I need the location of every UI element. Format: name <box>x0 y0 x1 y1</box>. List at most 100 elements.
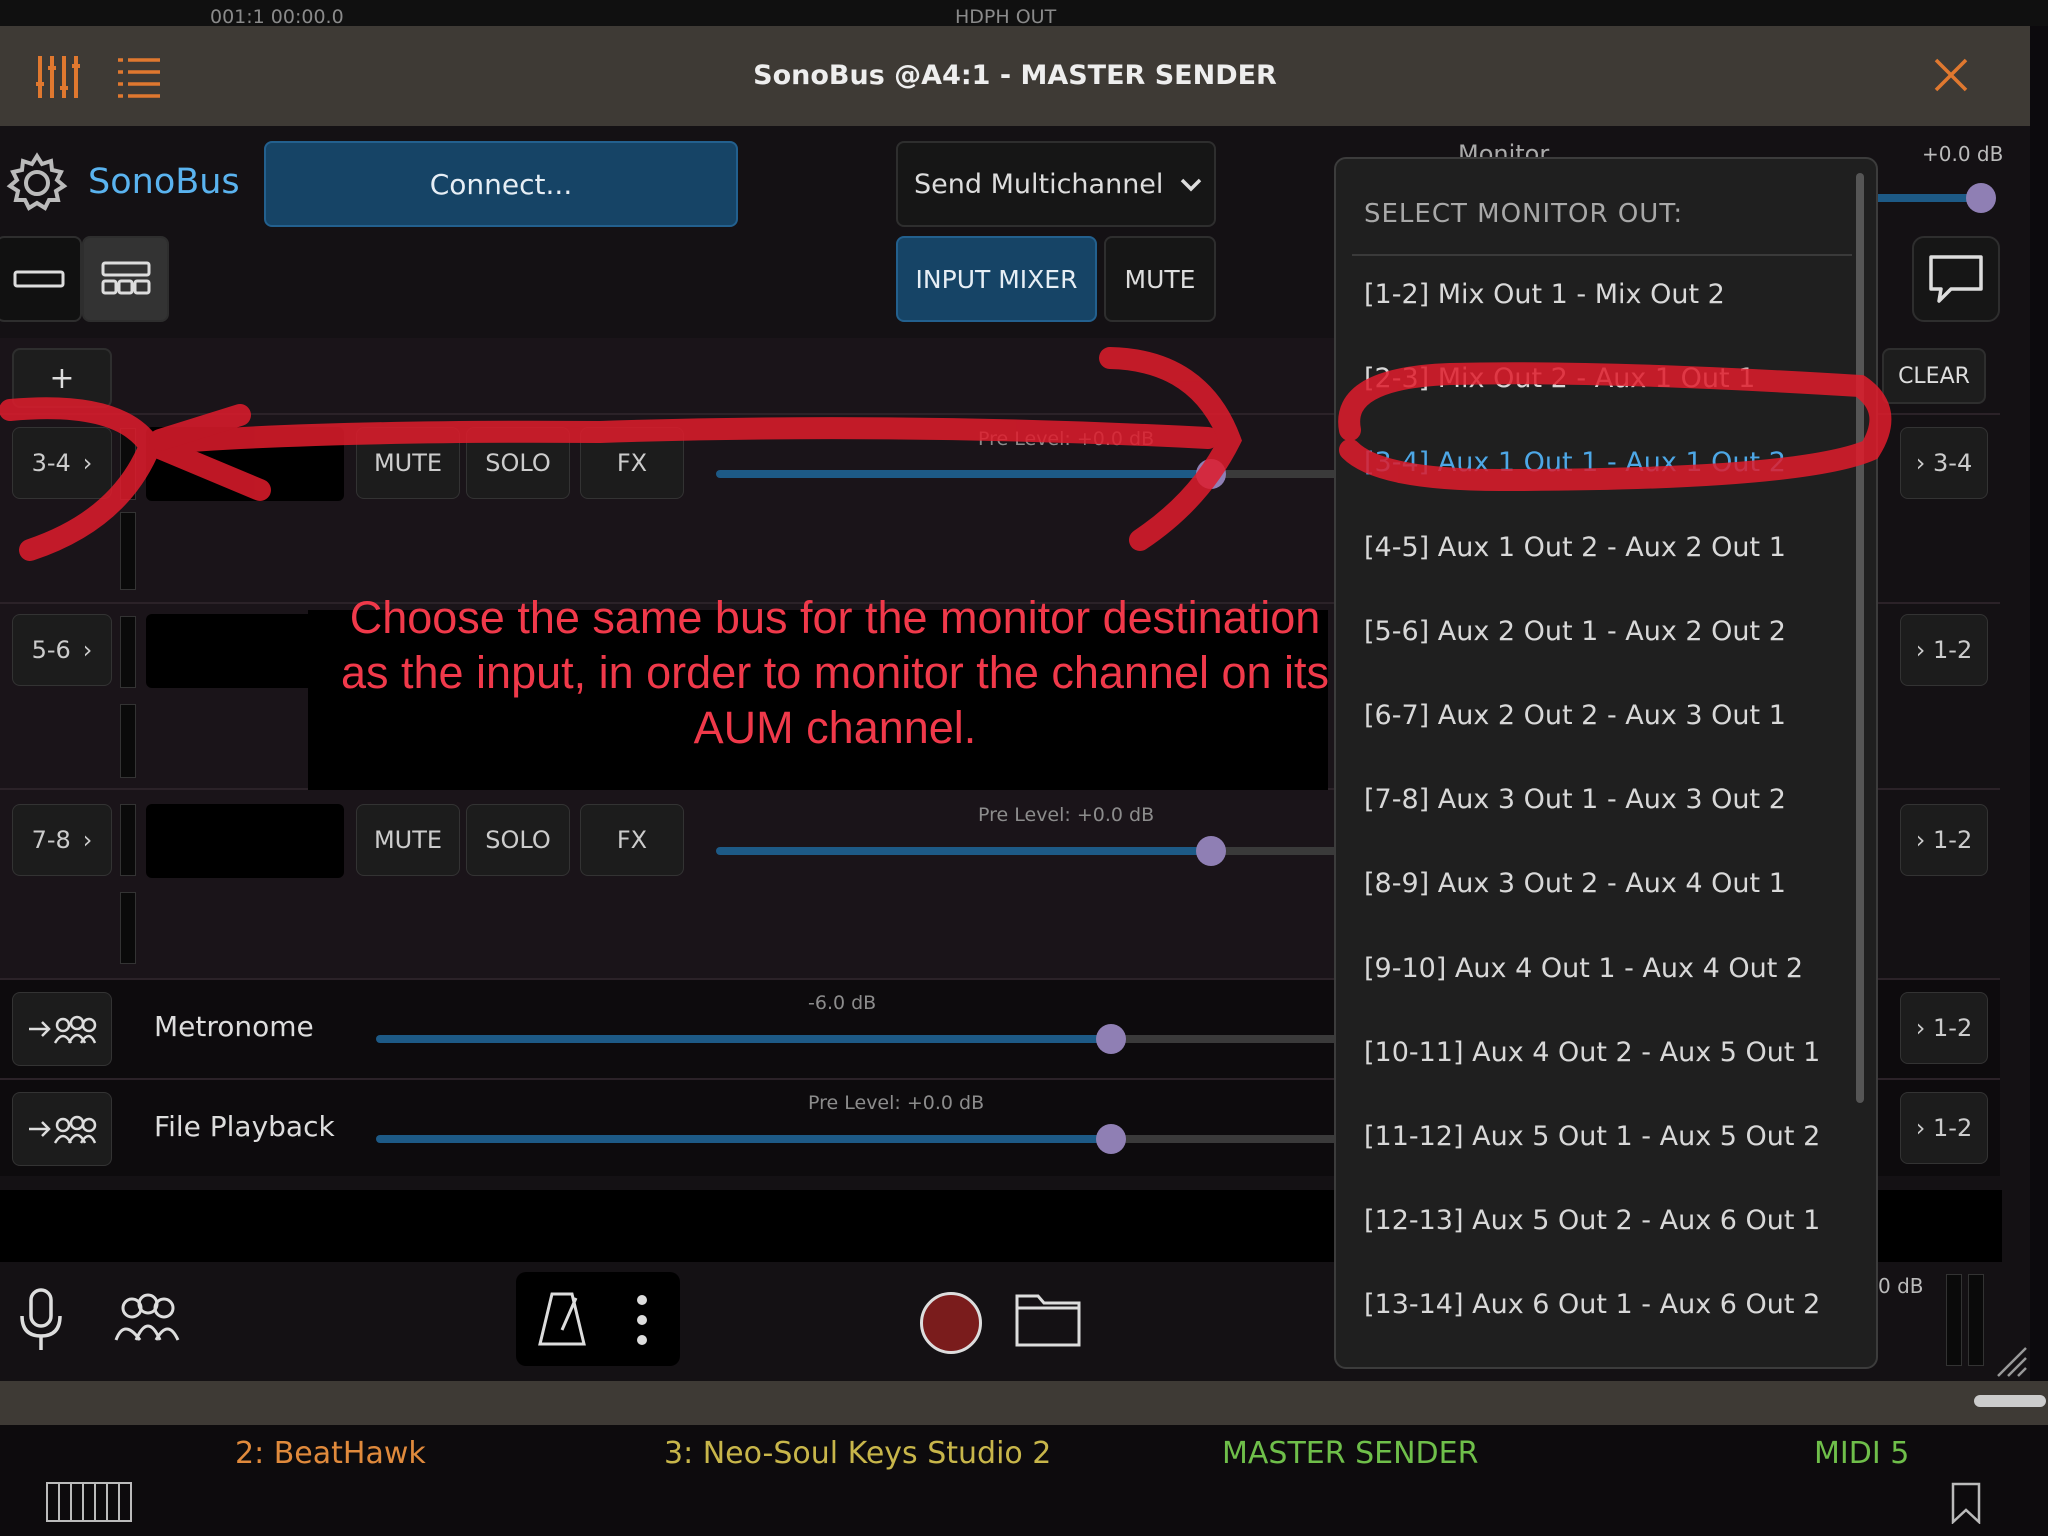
tab-neo-soul-keys[interactable]: 3: Neo-Soul Keys Studio 2 <box>664 1436 1051 1471</box>
chevron-right-icon: › <box>1915 1014 1934 1042</box>
monitor-level-knob[interactable] <box>1966 183 1996 213</box>
chevron-right-icon: › <box>1915 1114 1934 1142</box>
monitor-out-option[interactable]: [6-7] Aux 2 Out 2 - Aux 3 Out 1 <box>1364 700 1786 731</box>
output-label: HDPH OUT <box>955 6 1057 28</box>
keyboard-icon[interactable] <box>46 1482 132 1522</box>
close-icon[interactable] <box>1934 58 1968 92</box>
chevron-down-icon <box>1180 178 1202 192</box>
file-playback-slider-knob[interactable] <box>1096 1124 1126 1154</box>
level-slider-knob[interactable] <box>1196 836 1226 866</box>
level-slider-track[interactable] <box>716 847 1210 855</box>
mute-button[interactable]: MUTE <box>356 804 460 876</box>
title-bar: SonoBus @A4:1 - MASTER SENDER <box>0 26 2030 126</box>
app-name: SonoBus <box>88 162 240 202</box>
footer-level-label: 0 dB <box>1878 1274 1924 1298</box>
red-scribble-annotation <box>0 347 1892 561</box>
channel-meter <box>120 704 136 778</box>
host-bottom-bar <box>0 1381 2048 1425</box>
monitor-level: +0.0 dB <box>1922 142 2004 166</box>
annotation-text: Choose the same bus for the monitor dest… <box>340 592 1330 753</box>
metronome-slider-track[interactable] <box>376 1035 1114 1043</box>
popup-scrollbar[interactable] <box>1856 173 1864 1103</box>
dest-label: 1-2 <box>1933 826 1973 854</box>
channel-dest-7-8[interactable]: › 1-2 <box>1900 804 1988 876</box>
file-playback-slider-rest <box>1114 1135 1338 1143</box>
tab-master-sender[interactable]: MASTER SENDER <box>1222 1436 1478 1471</box>
channel-meter <box>120 804 136 876</box>
file-playback-send-button[interactable] <box>12 1092 112 1166</box>
channel-dest-5-6[interactable]: › 1-2 <box>1900 614 1988 686</box>
channel-id: 5-6 <box>31 636 71 664</box>
more-options-icon[interactable] <box>630 1294 654 1346</box>
mute-all-button[interactable]: MUTE <box>1104 236 1216 322</box>
dest-label: 1-2 <box>1933 1114 1973 1142</box>
channel-name-box[interactable] <box>146 804 344 878</box>
metronome-icon[interactable] <box>536 1290 588 1348</box>
settings-gear-icon[interactable] <box>6 152 68 214</box>
layout-multi-button[interactable] <box>82 236 169 322</box>
chevron-right-icon: › <box>1915 449 1934 477</box>
bookmark-icon[interactable] <box>1950 1482 1982 1524</box>
chat-bubble-icon <box>1929 255 1983 303</box>
transport-position: 001:1 00:00.0 <box>210 6 344 28</box>
monitor-out-option[interactable]: [10-11] Aux 4 Out 2 - Aux 5 Out 1 <box>1364 1037 1820 1068</box>
output-meter <box>1968 1274 1984 1366</box>
metronome-dest[interactable]: › 1-2 <box>1900 992 1988 1064</box>
tab-beathawk[interactable]: 2: BeatHawk <box>235 1436 426 1471</box>
channel-input-7-8[interactable]: 7-8 › <box>12 804 112 876</box>
window-title: SonoBus @A4:1 - MASTER SENDER <box>753 60 1277 91</box>
metronome-level-label: -6.0 dB <box>808 992 877 1014</box>
resize-handle-icon[interactable] <box>1994 1344 2028 1378</box>
folder-icon[interactable] <box>1014 1290 1082 1348</box>
channel-meter <box>120 892 136 964</box>
connect-button[interactable]: Connect... <box>264 141 738 227</box>
metronome-slider-knob[interactable] <box>1096 1024 1126 1054</box>
send-mode-select[interactable]: Send Multichannel <box>896 141 1216 227</box>
monitor-out-option[interactable]: [12-13] Aux 5 Out 2 - Aux 6 Out 1 <box>1364 1205 1820 1236</box>
monitor-out-option[interactable]: [8-9] Aux 3 Out 2 - Aux 4 Out 1 <box>1364 868 1786 899</box>
record-button[interactable] <box>920 1292 982 1354</box>
group-icon[interactable] <box>110 1292 182 1344</box>
chevron-right-icon: › <box>82 636 93 664</box>
level-slider-rest <box>1210 847 1338 855</box>
file-playback-label: File Playback <box>154 1110 335 1143</box>
channel-meter <box>120 616 136 688</box>
fx-button[interactable]: FX <box>580 804 684 876</box>
file-playback-dest[interactable]: › 1-2 <box>1900 1092 1988 1164</box>
send-to-group-icon <box>29 1015 97 1044</box>
single-row-icon <box>13 270 65 288</box>
monitor-out-option[interactable]: [11-12] Aux 5 Out 1 - Aux 5 Out 2 <box>1364 1121 1820 1152</box>
metronome-slider-rest <box>1114 1035 1338 1043</box>
channel-id: 7-8 <box>31 826 71 854</box>
send-to-group-icon <box>29 1115 97 1144</box>
metronome-label: Metronome <box>154 1010 314 1043</box>
solo-button[interactable]: SOLO <box>466 804 570 876</box>
input-mixer-button[interactable]: INPUT MIXER <box>896 236 1097 322</box>
monitor-level-track[interactable] <box>1870 194 1980 202</box>
monitor-out-option[interactable]: [9-10] Aux 4 Out 1 - Aux 4 Out 2 <box>1364 953 1803 984</box>
dest-label: 1-2 <box>1933 1014 1973 1042</box>
file-playback-slider-track[interactable] <box>376 1135 1114 1143</box>
metronome-send-button[interactable] <box>12 992 112 1066</box>
chevron-right-icon: › <box>82 826 93 854</box>
chat-button[interactable] <box>1912 236 2000 322</box>
send-mode-value: Send Multichannel <box>914 168 1164 200</box>
layout-single-button[interactable] <box>0 236 82 322</box>
monitor-out-option[interactable]: [1-2] Mix Out 1 - Mix Out 2 <box>1364 279 1725 310</box>
dest-label: 1-2 <box>1933 636 1973 664</box>
channel-dest-3-4[interactable]: › 3-4 <box>1900 427 1988 499</box>
popup-separator <box>1352 254 1852 256</box>
channel-input-5-6[interactable]: 5-6 › <box>12 614 112 686</box>
monitor-out-option[interactable]: [13-14] Aux 6 Out 1 - Aux 6 Out 2 <box>1364 1289 1820 1320</box>
dest-label: 3-4 <box>1933 449 1973 477</box>
popup-header: SELECT MONITOR OUT: <box>1364 199 1684 229</box>
output-meter <box>1946 1274 1962 1366</box>
microphone-icon[interactable] <box>18 1288 64 1352</box>
tab-midi-5[interactable]: MIDI 5 <box>1814 1436 1909 1471</box>
monitor-out-option[interactable]: [5-6] Aux 2 Out 1 - Aux 2 Out 2 <box>1364 616 1786 647</box>
monitor-out-option[interactable]: [7-8] Aux 3 Out 1 - Aux 3 Out 2 <box>1364 784 1786 815</box>
home-indicator <box>1974 1395 2046 1407</box>
status-strip: 001:1 00:00.0 HDPH OUT <box>0 0 2048 28</box>
chevron-right-icon: › <box>1915 826 1934 854</box>
file-playback-level-label: Pre Level: +0.0 dB <box>808 1092 985 1114</box>
